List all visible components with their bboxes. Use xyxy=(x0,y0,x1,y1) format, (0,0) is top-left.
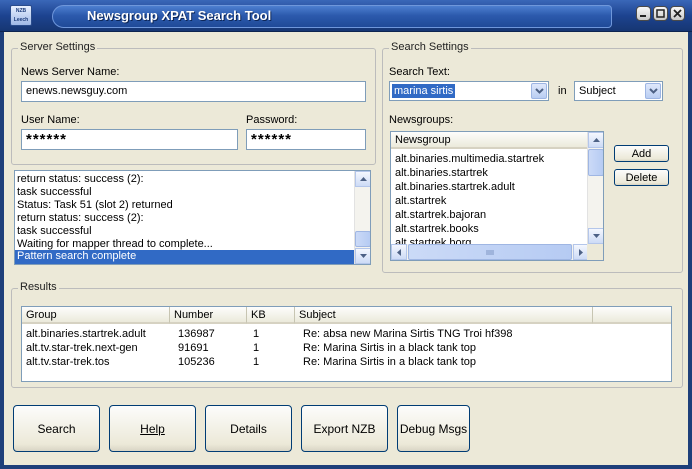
app-logo-text: NZB Leech xyxy=(13,8,29,23)
results-header-kb[interactable]: KB xyxy=(247,307,295,324)
help-button[interactable]: Help xyxy=(109,405,196,452)
log-line: task successful xyxy=(17,186,92,198)
newsgroup-item[interactable]: alt.startrek xyxy=(395,195,446,207)
results-cell-number[interactable]: 105236 xyxy=(178,356,215,368)
add-newsgroup-button[interactable]: Add xyxy=(614,145,669,162)
arrow-down-icon xyxy=(359,254,367,258)
results-cell-number[interactable]: 91691 xyxy=(178,342,209,354)
minimize-button[interactable] xyxy=(636,6,651,21)
user-name-input[interactable]: ****** xyxy=(21,129,238,150)
app-logo-icon: NZB Leech xyxy=(10,5,32,26)
results-cell-subject[interactable]: Re: Marina Sirtis in a black tank top xyxy=(303,342,476,354)
close-button[interactable] xyxy=(670,6,685,21)
close-icon xyxy=(673,9,682,18)
arrow-right-icon xyxy=(579,248,583,256)
chevron-down-icon xyxy=(534,88,544,94)
main-window: Server Settings News Server Name: enews.… xyxy=(4,32,688,465)
log-scroll-thumb[interactable] xyxy=(355,231,370,247)
scroll-corner xyxy=(587,244,603,260)
window-title: Newsgroup XPAT Search Tool xyxy=(87,8,272,23)
newsgroup-item[interactable]: alt.startrek.bajoran xyxy=(395,209,486,221)
delete-newsgroup-button[interactable]: Delete xyxy=(614,169,669,186)
log-line: task successful xyxy=(17,225,92,237)
results-cell-kb[interactable]: 1 xyxy=(253,328,259,340)
results-title: Results xyxy=(18,281,59,293)
newsgroups-scroll-down-button[interactable] xyxy=(588,228,603,244)
newsgroup-item[interactable]: alt.binaries.multimedia.startrek xyxy=(395,153,544,165)
chevron-down-icon xyxy=(648,88,658,94)
newsgroups-vscroll-thumb[interactable] xyxy=(588,149,603,176)
newsgroups-hscroll-thumb[interactable] xyxy=(408,244,572,260)
server-name-input[interactable]: enews.newsguy.com xyxy=(21,81,366,102)
results-header-number[interactable]: Number xyxy=(170,307,247,324)
search-field-value: Subject xyxy=(579,85,616,97)
log-listbox[interactable]: return status: success (2): task success… xyxy=(14,170,371,265)
newsgroups-hscrollbar[interactable] xyxy=(391,244,589,260)
title-bar[interactable]: NZB Leech Newsgroup XPAT Search Tool xyxy=(0,0,692,32)
newsgroup-item[interactable]: alt.binaries.startrek xyxy=(395,167,488,179)
results-cell-subject[interactable]: Re: absa new Marina Sirtis TNG Troi hf39… xyxy=(303,328,513,340)
log-line: return status: success (2): xyxy=(17,212,144,224)
arrow-left-icon xyxy=(397,248,401,256)
newsgroups-scroll-left-button[interactable] xyxy=(391,244,407,260)
search-field-combo[interactable]: Subject xyxy=(574,81,663,101)
results-header-filler xyxy=(593,307,671,324)
server-settings-group: Server Settings News Server Name: enews.… xyxy=(11,41,376,165)
results-table[interactable]: Group Number KB Subject alt.binaries.sta… xyxy=(21,306,672,382)
newsgroup-column-header[interactable]: Newsgroup xyxy=(391,132,588,149)
server-name-label: News Server Name: xyxy=(21,66,120,78)
in-label: in xyxy=(558,85,567,97)
password-label: Password: xyxy=(246,114,298,126)
arrow-up-icon xyxy=(359,177,367,181)
results-cell-kb[interactable]: 1 xyxy=(253,342,259,354)
newsgroup-item[interactable]: alt.startrek.books xyxy=(395,223,479,235)
user-name-label: User Name: xyxy=(21,114,80,126)
newsgroups-vscrollbar[interactable] xyxy=(587,132,603,244)
details-button[interactable]: Details xyxy=(205,405,292,452)
search-text-combo[interactable]: marina sirtis xyxy=(389,81,549,101)
search-text-label: Search Text: xyxy=(389,66,450,78)
arrow-up-icon xyxy=(592,138,600,142)
log-line: Status: Task 51 (slot 2) returned xyxy=(17,199,173,211)
search-field-dropdown-button[interactable] xyxy=(645,83,661,99)
search-text-value: marina sirtis xyxy=(392,84,456,98)
log-scrollbar[interactable] xyxy=(354,171,370,264)
log-scroll-up-button[interactable] xyxy=(355,171,370,187)
server-settings-title: Server Settings xyxy=(18,41,98,53)
search-text-dropdown-button[interactable] xyxy=(531,83,547,99)
results-header-subject[interactable]: Subject xyxy=(295,307,593,324)
debug-msgs-button[interactable]: Debug Msgs xyxy=(397,405,470,452)
log-scroll-down-button[interactable] xyxy=(355,248,370,264)
newsgroups-scroll-up-button[interactable] xyxy=(588,132,603,148)
newsgroups-listbox[interactable]: Newsgroup alt.binaries.multimedia.startr… xyxy=(390,131,604,261)
results-header-group[interactable]: Group xyxy=(22,307,170,324)
results-cell-kb[interactable]: 1 xyxy=(253,356,259,368)
results-cell-subject[interactable]: Re: Marina Sirtis in a black tank top xyxy=(303,356,476,368)
results-cell-group[interactable]: alt.binaries.startrek.adult xyxy=(26,328,146,340)
maximize-button[interactable] xyxy=(653,6,668,21)
search-settings-title: Search Settings xyxy=(389,41,471,53)
arrow-down-icon xyxy=(592,234,600,238)
minimize-icon xyxy=(640,15,646,17)
grip-icon xyxy=(486,249,494,255)
password-input[interactable]: ****** xyxy=(246,129,366,150)
newsgroups-label: Newsgroups: xyxy=(389,114,454,126)
results-group: Results Group Number KB Subject alt.bina… xyxy=(11,281,683,388)
search-settings-group: Search Settings Search Text: marina sirt… xyxy=(382,41,683,273)
log-line: Waiting for mapper thread to complete... xyxy=(17,238,213,250)
results-cell-group[interactable]: alt.tv.star-trek.next-gen xyxy=(26,342,138,354)
log-line: return status: success (2): xyxy=(17,173,144,185)
export-nzb-button[interactable]: Export NZB xyxy=(301,405,388,452)
newsgroup-item[interactable]: alt.binaries.startrek.adult xyxy=(395,181,515,193)
results-cell-group[interactable]: alt.tv.star-trek.tos xyxy=(26,356,110,368)
log-line-selected: Pattern search complete xyxy=(15,250,355,264)
results-cell-number[interactable]: 136987 xyxy=(178,328,215,340)
search-button[interactable]: Search xyxy=(13,405,100,452)
maximize-icon xyxy=(656,9,665,18)
